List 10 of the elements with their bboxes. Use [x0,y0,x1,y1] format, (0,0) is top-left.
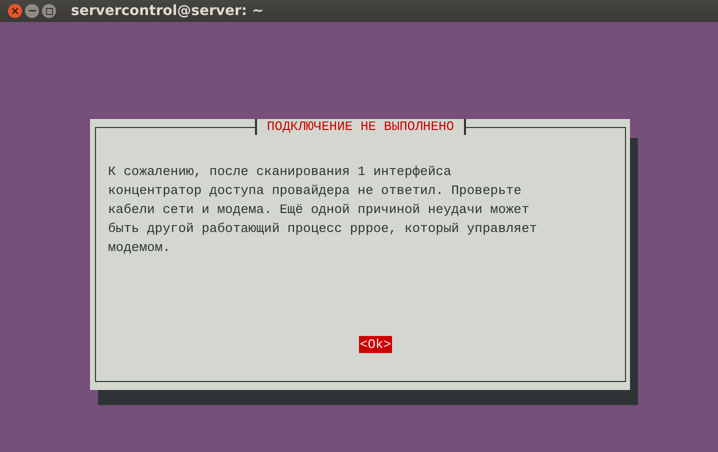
minimize-icon [28,10,36,12]
ok-button[interactable]: <Ok> [358,336,392,353]
maximize-icon [46,8,52,14]
window-title: servercontrol@server: ~ [71,3,264,19]
close-icon [12,8,18,14]
minimize-button[interactable] [25,4,39,18]
dialog-message: К сожалению, после сканирования 1 интерфейса концентратор доступа провайдера не ответил. Проверьте кабели сети и модема. Ещё одной причиной неудачи может быть другой работающий процесс pppoe, который управляет модемом. [108,163,538,257]
close-button[interactable] [8,4,22,18]
dialog-title: ПОДКЛЮЧЕНИЕ НЕ ВЫПОЛНЕНО [254,119,466,135]
maximize-button[interactable] [42,4,56,18]
